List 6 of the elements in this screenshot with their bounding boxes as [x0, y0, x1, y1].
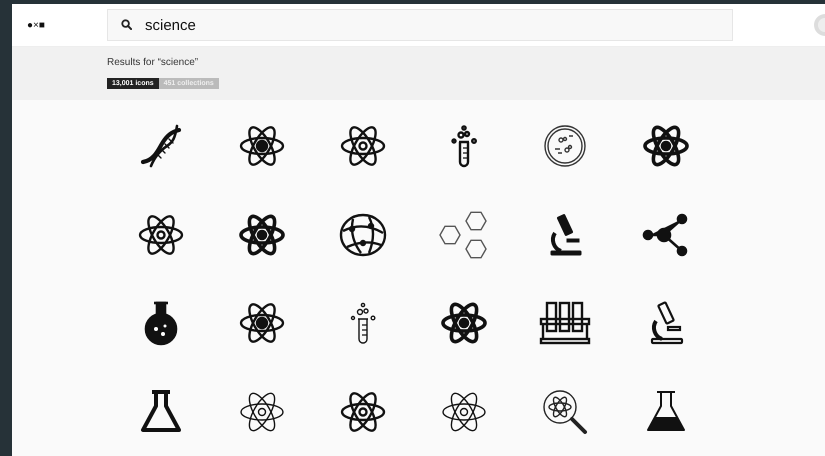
results-heading: Results for “science” [107, 57, 200, 68]
search-field[interactable]: science [107, 9, 733, 41]
share-icon[interactable] [642, 210, 690, 259]
logo[interactable]: ●×■ [12, 20, 107, 30]
magnifier-icon[interactable] [540, 388, 588, 436]
search-icon [121, 19, 132, 30]
